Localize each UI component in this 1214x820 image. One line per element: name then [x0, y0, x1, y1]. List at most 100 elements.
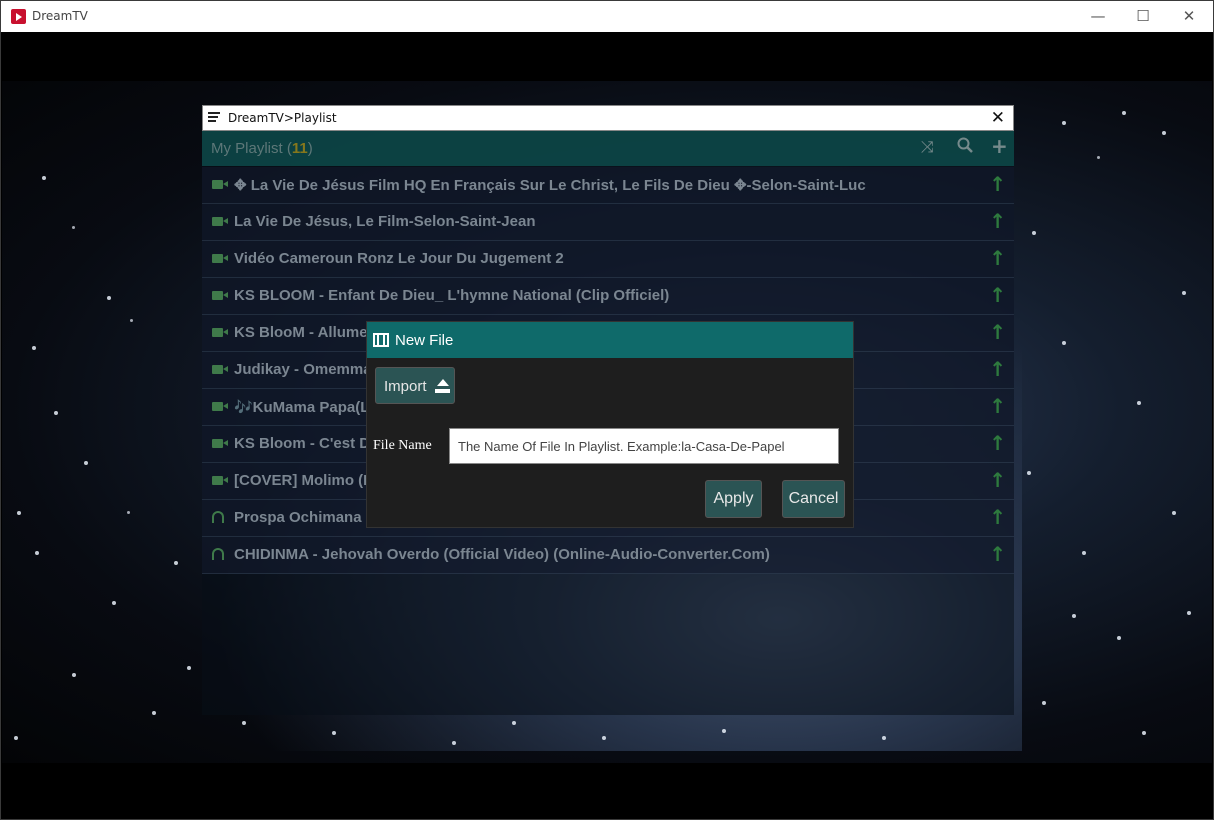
- move-up-icon[interactable]: ↑: [989, 505, 1006, 529]
- move-up-icon[interactable]: ↑: [989, 209, 1006, 233]
- snowflake: [107, 296, 111, 300]
- snowflake: [14, 736, 18, 740]
- dialog-title: New File: [395, 332, 454, 349]
- import-label: Import: [384, 378, 427, 395]
- playlist-count: 11: [291, 140, 308, 157]
- snowflake: [35, 551, 39, 555]
- snowflake: [32, 346, 36, 350]
- move-up-icon[interactable]: ↑: [989, 246, 1006, 270]
- playlist-header: My Playlist (11) ⤨ +: [202, 131, 1014, 166]
- snowflake: [187, 666, 191, 670]
- item-title: KS BlooM - Allumez: [234, 324, 376, 341]
- item-title: Judikay - Omemma: [234, 361, 372, 378]
- file-name-label: File Name: [373, 438, 432, 453]
- item-title: KS BLOOM - Enfant De Dieu_ L'hymne Natio…: [234, 287, 670, 304]
- snowflake: [152, 711, 156, 715]
- move-up-icon[interactable]: ↑: [989, 357, 1006, 381]
- list-item[interactable]: ✥ La Vie De Jésus Film HQ En Français Su…: [202, 167, 1014, 204]
- snowflake: [17, 511, 21, 515]
- snowflake: [512, 721, 516, 725]
- video-icon: [212, 254, 228, 263]
- item-title: ✥ La Vie De Jésus Film HQ En Français Su…: [234, 177, 866, 194]
- move-up-icon[interactable]: ↑: [989, 468, 1006, 492]
- list-item[interactable]: CHIDINMA - Jehovah Overdo (Official Vide…: [202, 537, 1014, 574]
- snowflake: [1182, 291, 1186, 295]
- close-button[interactable]: ✕: [1166, 1, 1212, 32]
- cancel-button[interactable]: Cancel: [782, 480, 845, 518]
- snowflake: [1027, 471, 1031, 475]
- snowflake: [242, 721, 246, 725]
- snowflake: [1187, 611, 1191, 615]
- video-icon: [212, 180, 228, 189]
- list-item[interactable]: Vidéo Cameroun Ronz Le Jour Du Jugement …: [202, 241, 1014, 278]
- snowflake: [1122, 111, 1126, 115]
- snowflake: [127, 511, 130, 514]
- snowflake: [112, 601, 116, 605]
- move-up-icon[interactable]: ↑: [989, 394, 1006, 418]
- upload-icon: [435, 379, 450, 394]
- snowflake: [174, 561, 178, 565]
- search-icon[interactable]: [957, 137, 973, 157]
- snowflake: [42, 176, 46, 180]
- list-item[interactable]: La Vie De Jésus, Le Film-Selon-Saint-Jea…: [202, 204, 1014, 241]
- item-title: Vidéo Cameroun Ronz Le Jour Du Jugement …: [234, 250, 564, 267]
- video-icon: [212, 328, 228, 337]
- video-icon: [212, 476, 228, 485]
- film-icon: [373, 333, 389, 347]
- snowflake: [1142, 731, 1146, 735]
- minimize-button[interactable]: —: [1075, 1, 1121, 32]
- snowflake: [1172, 511, 1176, 515]
- app-logo-icon: [11, 9, 26, 24]
- playlist-header-title: My Playlist (11): [211, 140, 313, 157]
- headphones-icon: [212, 548, 224, 560]
- item-title: [COVER] Molimo (Liv: [234, 472, 385, 489]
- apply-button[interactable]: Apply: [705, 480, 762, 518]
- video-icon: [212, 291, 228, 300]
- snowflake: [84, 461, 88, 465]
- maximize-button[interactable]: ☐: [1120, 1, 1166, 32]
- snowflake: [72, 226, 75, 229]
- move-up-icon[interactable]: ↑: [989, 172, 1006, 196]
- import-button[interactable]: Import: [375, 367, 455, 404]
- snowflake: [1072, 614, 1076, 618]
- snowflake: [722, 729, 726, 733]
- move-up-icon[interactable]: ↑: [989, 320, 1006, 344]
- playlist-titlebar: DreamTV>Playlist ✕: [202, 105, 1014, 131]
- snowflake: [1062, 341, 1066, 345]
- snowflake: [452, 741, 456, 745]
- playlist-label: My Playlist: [211, 140, 283, 157]
- new-file-dialog: New File Import File Name Apply Cancel: [366, 321, 854, 528]
- app-title: DreamTV: [32, 9, 88, 23]
- app-window: DreamTV — ☐ ✕ DreamTV>Playlist ✕ My Play…: [0, 0, 1214, 820]
- headphones-icon: [212, 511, 224, 523]
- snowflake: [882, 736, 886, 740]
- playlist-close-button[interactable]: ✕: [991, 108, 1005, 128]
- snowflake: [602, 736, 606, 740]
- app-titlebar: DreamTV — ☐ ✕: [1, 1, 1213, 32]
- shuffle-icon[interactable]: ⤨: [921, 137, 934, 157]
- playlist-icon: [208, 112, 222, 124]
- plus-icon[interactable]: +: [991, 134, 1008, 158]
- move-up-icon[interactable]: ↑: [989, 431, 1006, 455]
- snowflake: [1062, 121, 1066, 125]
- move-up-icon[interactable]: ↑: [989, 542, 1006, 566]
- item-title: La Vie De Jésus, Le Film-Selon-Saint-Jea…: [234, 213, 536, 230]
- video-icon: [212, 439, 228, 448]
- dialog-header: New File: [367, 322, 853, 358]
- snowflake: [1137, 401, 1141, 405]
- snowflake: [1162, 131, 1166, 135]
- snowflake: [332, 731, 336, 735]
- video-icon: [212, 402, 228, 411]
- list-item[interactable]: KS BLOOM - Enfant De Dieu_ L'hymne Natio…: [202, 278, 1014, 315]
- snowflake: [1097, 156, 1100, 159]
- playlist-window-title: DreamTV>Playlist: [228, 111, 337, 125]
- snowflake: [1117, 636, 1121, 640]
- file-name-input[interactable]: [449, 428, 839, 464]
- snowflake: [54, 411, 58, 415]
- item-title: CHIDINMA - Jehovah Overdo (Official Vide…: [234, 546, 770, 563]
- video-icon: [212, 365, 228, 374]
- item-title: 🎶KuMama Papa(Li: [234, 399, 374, 416]
- snowflake: [1032, 231, 1036, 235]
- snowflake: [1042, 701, 1046, 705]
- move-up-icon[interactable]: ↑: [989, 283, 1006, 307]
